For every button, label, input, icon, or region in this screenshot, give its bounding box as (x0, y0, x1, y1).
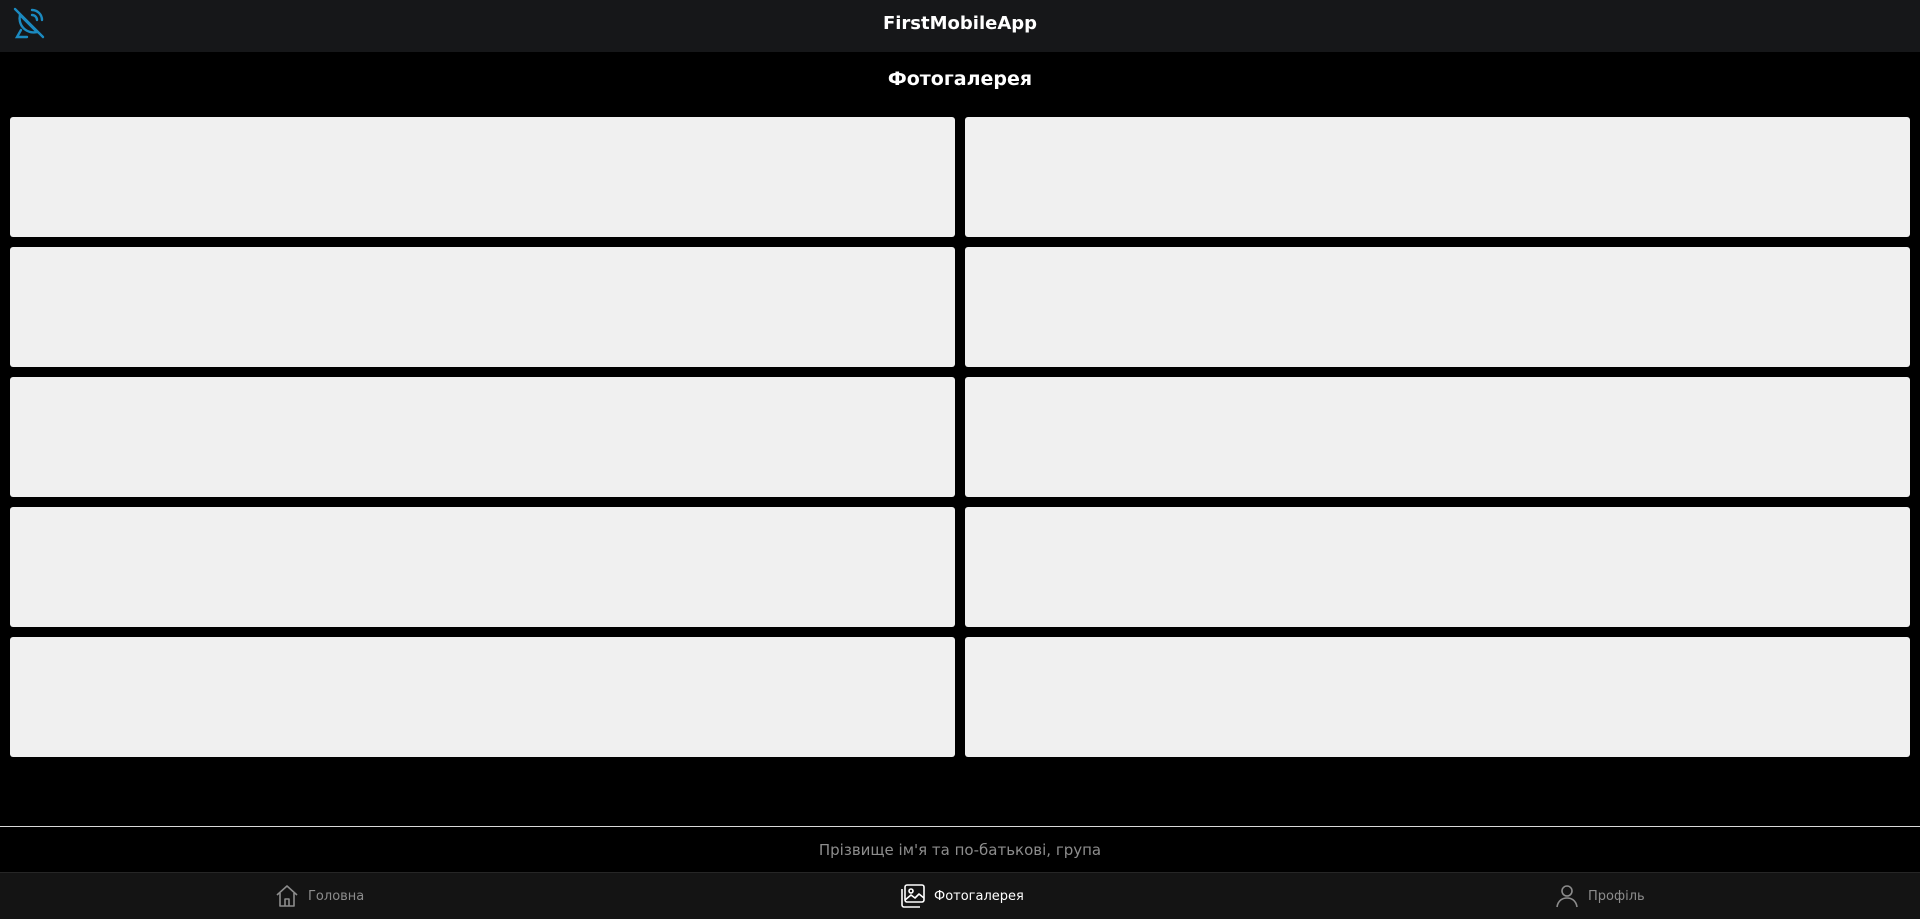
bottom-navigation: Головна Фотогалерея Профіль (0, 872, 1920, 919)
app-title: FirstMobileApp (882, 12, 1038, 34)
gallery-photo-placeholder[interactable] (965, 117, 1910, 237)
nav-item-home[interactable]: Головна (274, 883, 364, 909)
gallery-photo-placeholder[interactable] (965, 247, 1910, 367)
top-app-bar: FirstMobileApp (0, 0, 1920, 52)
nav-item-profile[interactable]: Профіль (1554, 883, 1645, 909)
app-window: FirstMobileApp Фотогалерея Прізвище ім'я… (0, 0, 1920, 919)
satellite-dish-icon[interactable] (12, 6, 46, 40)
gallery-photo-placeholder[interactable] (10, 637, 955, 757)
gallery-photo-placeholder[interactable] (10, 507, 955, 627)
footer-caption: Прізвище ім'я та по-батькові, група (818, 841, 1102, 859)
home-icon (276, 885, 298, 907)
gallery-photo-placeholder[interactable] (965, 507, 1910, 627)
photo-gallery-grid (10, 117, 1910, 757)
page-title: Фотогалерея (887, 68, 1033, 90)
footer-divider (0, 826, 1920, 827)
nav-item-gallery[interactable]: Фотогалерея (900, 883, 1024, 909)
gallery-photo-placeholder[interactable] (965, 637, 1910, 757)
gallery-photo-placeholder[interactable] (965, 377, 1910, 497)
nav-item-label: Головна (308, 888, 365, 904)
user-icon (1556, 885, 1578, 908)
gallery-photo-placeholder[interactable] (10, 377, 955, 497)
image-gallery-icon (901, 884, 925, 908)
gallery-photo-placeholder[interactable] (10, 247, 955, 367)
nav-item-label: Фотогалерея (934, 888, 1024, 904)
nav-item-label: Профіль (1588, 888, 1645, 904)
gallery-photo-placeholder[interactable] (10, 117, 955, 237)
